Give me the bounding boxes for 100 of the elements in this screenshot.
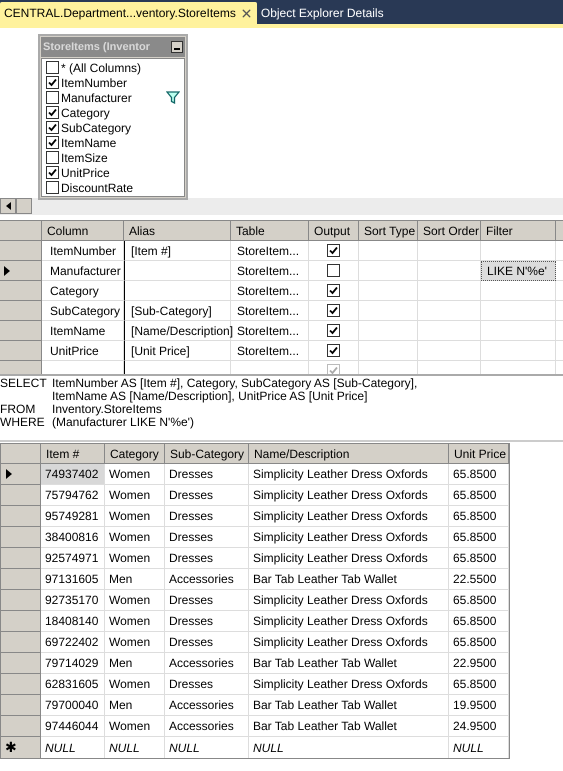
grid-cell[interactable]: ItemNumber <box>42 241 124 261</box>
grid-cell: 65.8500 <box>449 506 509 527</box>
grid-cell: 97131605 <box>41 569 105 590</box>
checkbox[interactable] <box>327 324 340 337</box>
grid-cell: 22.9500 <box>449 653 509 674</box>
grid-cell: Simplicity Leather Dress Oxfords <box>249 674 449 695</box>
checkbox[interactable] <box>46 166 59 179</box>
column-header[interactable]: Sub-Category <box>165 444 249 464</box>
checkbox[interactable] <box>46 121 59 134</box>
grid-cell: Bar Tab Leather Tab Wallet <box>249 653 449 674</box>
grid-cell: Dresses <box>165 527 249 548</box>
column-header[interactable]: Alias <box>124 221 231 241</box>
horizontal-scrollbar[interactable] <box>0 198 563 215</box>
grid-cell: NULL <box>449 737 509 758</box>
column-header[interactable]: Sort Type <box>359 221 418 241</box>
sql-keyword: FROM <box>0 402 36 416</box>
grid-cell: 65.8500 <box>449 464 509 485</box>
checkbox[interactable] <box>327 264 340 277</box>
grid-cell: Simplicity Leather Dress Oxfords <box>249 464 449 485</box>
grid-cell: Women <box>105 527 165 548</box>
grid-cell: 22.5500 <box>449 569 509 590</box>
minimize-button[interactable] <box>171 41 183 53</box>
checkbox[interactable] <box>46 76 59 89</box>
sql-text: ItemName AS [Name/Description], UnitPrice AS [Unit Price] <box>52 390 368 403</box>
grid-cell: 65.8500 <box>449 548 509 569</box>
grid-cell: Women <box>105 632 165 653</box>
grid-cell[interactable]: StoreItem... <box>231 261 309 281</box>
grid-cell: Bar Tab Leather Tab Wallet <box>249 716 449 737</box>
grid-cell: Dresses <box>165 632 249 653</box>
grid-cell: Simplicity Leather Dress Oxfords <box>249 548 449 569</box>
column-header[interactable]: Unit Price <box>449 444 509 464</box>
scroll-thumb[interactable] <box>16 198 32 214</box>
left-arrow-icon <box>6 202 10 210</box>
grid-cell: Women <box>105 485 165 506</box>
grid-cell: Women <box>105 506 165 527</box>
grid-cell: 79714029 <box>41 653 105 674</box>
column-header[interactable]: Filter <box>481 221 556 241</box>
checkbox[interactable] <box>327 244 340 257</box>
grid-cell: Simplicity Leather Dress Oxfords <box>249 632 449 653</box>
grid-cell[interactable]: StoreItem... <box>231 281 309 301</box>
checkbox[interactable] <box>46 61 59 74</box>
grid-cell: Bar Tab Leather Tab Wallet <box>249 569 449 590</box>
grid-cell: 75794762 <box>41 485 105 506</box>
document-tab[interactable]: Object Explorer Details <box>256 2 388 24</box>
checkbox[interactable] <box>46 151 59 164</box>
column-label: ItemName <box>61 134 118 152</box>
grid-cell[interactable]: UnitPrice <box>42 341 124 361</box>
grid-cell: Accessories <box>165 653 249 674</box>
grid-cell[interactable]: Manufacturer <box>42 261 124 281</box>
checkbox[interactable] <box>46 136 59 149</box>
grid-cell: 62831605 <box>41 674 105 695</box>
column-header[interactable]: Table <box>231 221 309 241</box>
column-header[interactable]: Sort Order <box>418 221 481 241</box>
grid-cell[interactable]: StoreItem... <box>231 321 309 341</box>
checkbox[interactable] <box>327 304 340 317</box>
row-header[interactable] <box>1 464 41 485</box>
grid-cell: Women <box>105 716 165 737</box>
document-tab[interactable]: CENTRAL.Department...ventory.StoreItems <box>0 2 257 24</box>
grid-cell: 65.8500 <box>449 674 509 695</box>
grid-cell[interactable]: [Unit Price] <box>124 341 231 361</box>
grid-cell[interactable]: ItemName <box>42 321 124 341</box>
grid-cell[interactable]: StoreItem... <box>231 241 309 261</box>
checkbox[interactable] <box>327 344 340 357</box>
grid-cell: Dresses <box>165 590 249 611</box>
filter-cell[interactable]: LIKE N'%e' <box>481 261 556 281</box>
checkbox[interactable] <box>327 284 340 297</box>
grid-cell: Simplicity Leather Dress Oxfords <box>249 611 449 632</box>
grid-cell: Men <box>105 569 165 590</box>
checkbox[interactable] <box>46 91 59 104</box>
row-header[interactable] <box>0 261 42 281</box>
grid-cell: Simplicity Leather Dress Oxfords <box>249 506 449 527</box>
column-header[interactable]: Category <box>105 444 165 464</box>
sql-keyword: SELECT <box>0 376 47 390</box>
grid-cell[interactable]: StoreItem... <box>231 341 309 361</box>
grid-cell: 65.8500 <box>449 485 509 506</box>
grid-cell: Accessories <box>165 569 249 590</box>
row-header[interactable]: ✱ <box>1 737 41 758</box>
grid-cell[interactable]: Category <box>42 281 124 301</box>
grid-cell[interactable]: [Name/Description] <box>124 321 231 341</box>
grid-cell: 65.8500 <box>449 611 509 632</box>
scroll-left-button[interactable] <box>0 198 16 214</box>
checkbox[interactable] <box>46 181 59 194</box>
grid-cell: Dresses <box>165 464 249 485</box>
grid-cell[interactable]: SubCategory <box>42 301 124 321</box>
column-label: ItemNumber <box>61 74 128 92</box>
grid-cell[interactable]: StoreItem... <box>231 301 309 321</box>
grid-cell: NULL <box>105 737 165 758</box>
column-header[interactable]: Item # <box>41 444 105 464</box>
column-header[interactable]: Output <box>309 221 359 241</box>
column-header[interactable]: Column <box>42 221 124 241</box>
checkbox[interactable] <box>46 106 59 119</box>
grid-cell[interactable]: [Sub-Category] <box>124 301 231 321</box>
column-header[interactable] <box>556 221 563 241</box>
grid-cell: 69722402 <box>41 632 105 653</box>
column-label: SubCategory <box>61 120 132 136</box>
sql-text: ItemNumber AS [Item #], Category, SubCategory AS [Sub-Category], <box>52 377 418 390</box>
close-icon[interactable] <box>240 6 253 20</box>
column-header[interactable]: Name/Description <box>249 444 449 464</box>
grid-corner[interactable] <box>0 221 42 241</box>
grid-cell[interactable]: [Item #] <box>124 241 231 261</box>
